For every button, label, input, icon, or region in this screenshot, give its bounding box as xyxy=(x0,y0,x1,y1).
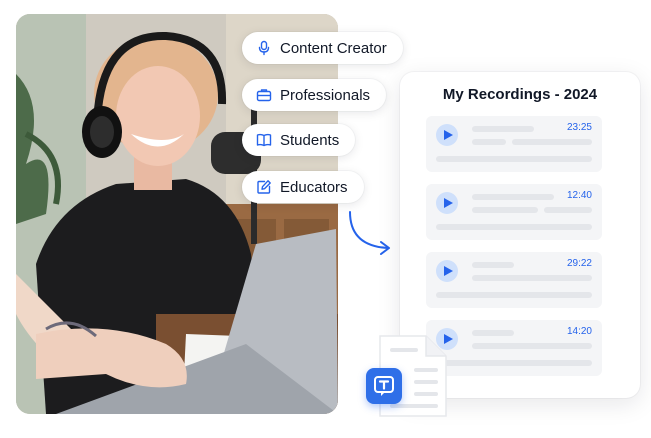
placeholder-bar xyxy=(472,139,506,145)
placeholder-bar xyxy=(472,126,534,132)
placeholder-bar xyxy=(472,275,592,281)
placeholder-bar xyxy=(436,224,592,230)
hero-photo xyxy=(16,14,338,414)
play-button[interactable] xyxy=(436,260,458,282)
card-title: My Recordings - 2024 xyxy=(442,86,598,103)
recording-duration: 14:20 xyxy=(566,326,592,337)
play-button[interactable] xyxy=(436,192,458,214)
recording-item[interactable]: 23:25 xyxy=(426,116,602,172)
placeholder-bar xyxy=(472,343,592,349)
placeholder-bar xyxy=(472,330,514,336)
edit-icon xyxy=(256,179,272,195)
pill-professionals[interactable]: Professionals xyxy=(242,79,387,111)
recording-item[interactable]: 12:40 xyxy=(426,184,602,240)
placeholder-bar xyxy=(472,194,554,200)
placeholder-bar xyxy=(436,360,592,366)
book-icon xyxy=(256,132,272,148)
transcription-logo-icon xyxy=(366,368,402,404)
pill-label: Students xyxy=(280,131,340,149)
recording-item[interactable]: 14:20 xyxy=(426,320,602,376)
briefcase-icon xyxy=(256,87,272,103)
curved-arrow-icon xyxy=(349,211,390,255)
recording-duration: 12:40 xyxy=(566,190,592,201)
placeholder-bar xyxy=(472,262,514,268)
placeholder-bar xyxy=(436,292,592,298)
pill-educators[interactable]: Educators xyxy=(242,171,364,203)
pill-label: Educators xyxy=(280,178,348,196)
play-button[interactable] xyxy=(436,124,458,146)
placeholder-bar xyxy=(472,207,538,213)
play-icon xyxy=(444,198,453,208)
microphone-icon xyxy=(256,40,272,56)
podcaster-illustration xyxy=(16,14,338,414)
placeholder-bar xyxy=(544,207,592,213)
play-icon xyxy=(444,266,453,276)
recording-duration: 29:22 xyxy=(566,258,592,269)
pill-students[interactable]: Students xyxy=(242,124,356,156)
placeholder-bar xyxy=(436,156,592,162)
recording-duration: 23:25 xyxy=(566,122,592,133)
pill-label: Professionals xyxy=(280,86,371,104)
pill-label: Content Creator xyxy=(280,39,387,57)
pill-content-creator[interactable]: Content Creator xyxy=(242,32,403,64)
placeholder-bar xyxy=(512,139,592,145)
play-icon xyxy=(444,130,453,140)
recording-item[interactable]: 29:22 xyxy=(426,252,602,308)
